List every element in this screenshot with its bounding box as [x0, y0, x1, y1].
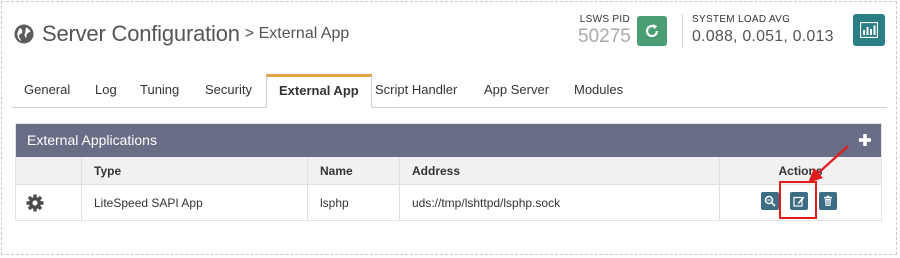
- title-text: Server Configuration: [42, 21, 240, 46]
- cell-type: LiteSpeed SAPI App: [81, 184, 308, 220]
- table-header-row: Type Name Address Actions: [16, 157, 881, 185]
- system-load-label: SYSTEM LOAD AVG: [692, 14, 791, 25]
- lsws-pid-label: LSWS PID: [579, 14, 630, 25]
- tab-security[interactable]: Security: [193, 74, 264, 106]
- header-divider: [682, 14, 683, 48]
- column-header-address: Address: [399, 157, 720, 185]
- breadcrumb: > External App: [244, 25, 350, 42]
- panel-title: External Applications: [27, 132, 157, 148]
- refresh-button[interactable]: [637, 16, 667, 46]
- tab-script-handler[interactable]: Script Handler: [363, 74, 469, 106]
- tab-bar: General Log Tuning Security External App…: [12, 74, 887, 108]
- row-icon-cell: [16, 184, 82, 220]
- tab-general[interactable]: General: [12, 74, 82, 106]
- delete-button[interactable]: [819, 192, 837, 210]
- page-title: Server Configuration > External App: [14, 20, 349, 48]
- trash-icon: [824, 195, 832, 206]
- table-row: LiteSpeed SAPI App lsphp uds://tmp/lshtt…: [16, 184, 881, 220]
- refresh-icon: [645, 24, 659, 38]
- bar-chart-icon: [860, 22, 878, 38]
- tab-modules[interactable]: Modules: [562, 74, 635, 106]
- lsws-pid: LSWS PID 50275: [578, 14, 631, 48]
- globe-icon: [14, 24, 34, 44]
- column-header-name: Name: [307, 157, 400, 185]
- view-button[interactable]: [761, 192, 779, 210]
- system-load: SYSTEM LOAD AVG 0.088, 0.051, 0.013: [692, 14, 834, 46]
- cell-address: uds://tmp/lshttpd/lsphp.sock: [399, 184, 720, 220]
- panel-header: External Applications: [16, 124, 881, 157]
- lsws-pid-value: 50275: [578, 26, 631, 47]
- external-apps-table: Type Name Address Actions LiteSpeed SAPI…: [16, 157, 881, 220]
- cell-name: lsphp: [307, 184, 400, 220]
- system-load-value: 0.088, 0.051, 0.013: [692, 28, 834, 45]
- external-apps-panel: External Applications Type Name Address …: [15, 123, 882, 221]
- column-header-type: Type: [81, 157, 308, 185]
- annotation-arrow: [808, 145, 849, 183]
- load-chart-button[interactable]: [853, 14, 885, 46]
- gear-icon: [26, 194, 44, 211]
- tab-log[interactable]: Log: [83, 74, 129, 106]
- tab-app-server[interactable]: App Server: [472, 74, 561, 106]
- column-header-icon: [16, 157, 82, 185]
- tab-external-app[interactable]: External App: [266, 74, 372, 108]
- zoom-icon: [764, 195, 776, 207]
- tab-tuning[interactable]: Tuning: [128, 74, 191, 106]
